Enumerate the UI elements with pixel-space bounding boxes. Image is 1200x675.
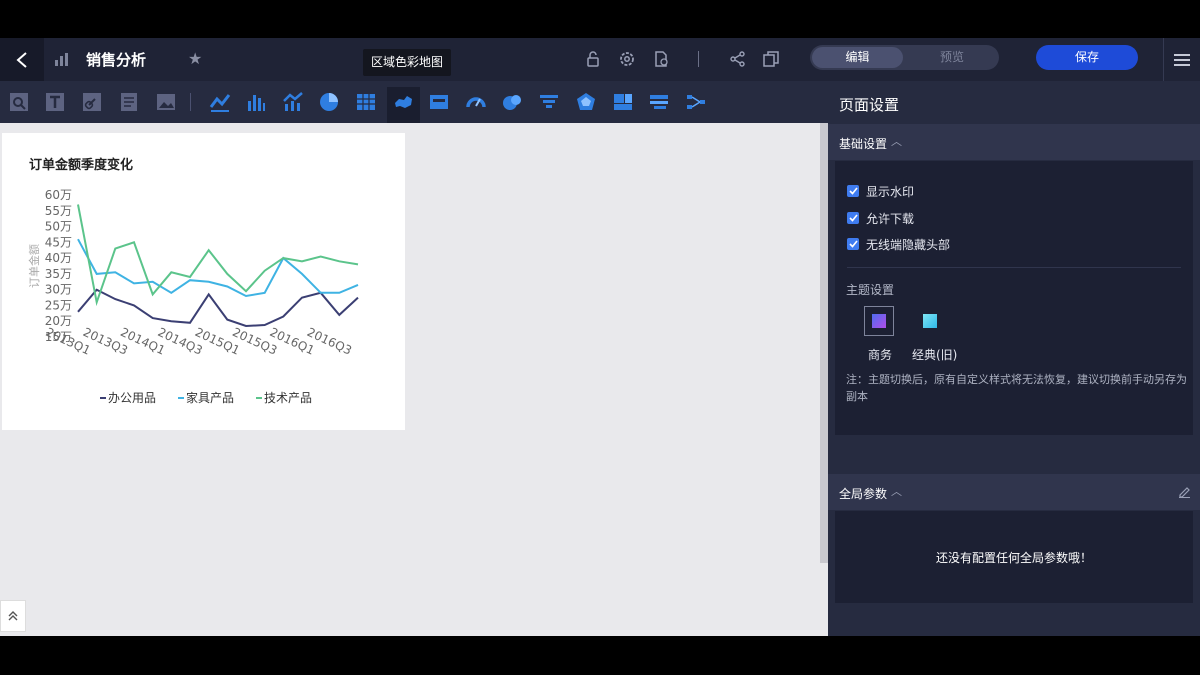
text-icon[interactable] (44, 91, 66, 113)
page-title: 销售分析 (86, 51, 147, 69)
header-divider (698, 51, 699, 67)
gear-icon[interactable] (618, 50, 636, 68)
y-axis-label: 订单金额 (27, 244, 41, 288)
double-chevron-up-icon (8, 611, 18, 621)
line-chart: 60万55万50万45万40万35万30万25万20万15万订单金额2013Q1… (27, 188, 359, 405)
toolbar-tooltip: 区域色彩地图 (363, 49, 452, 76)
chevron-left-icon (16, 51, 27, 68)
canvas-scrollbar[interactable] (820, 123, 828, 563)
save-button[interactable]: 保存 (1036, 45, 1138, 70)
star-icon[interactable]: ★ (188, 49, 202, 68)
hide-header-label: 无线端隐藏头部 (866, 237, 951, 252)
share-icon[interactable] (729, 50, 747, 68)
series-line-0 (77, 288, 359, 328)
theme-note: 注：主题切换后，原有自定义样式将无法恢复，建议切换前手动另存为副本 (846, 373, 1187, 403)
image-icon[interactable] (155, 91, 177, 113)
edit-icon[interactable] (1178, 485, 1191, 498)
hide-header-checkbox-row[interactable]: 无线端隐藏头部 (847, 236, 950, 252)
menu-button[interactable] (1163, 38, 1200, 81)
copy-icon[interactable] (762, 50, 780, 68)
legend-label-2: 技术产品 (264, 391, 312, 405)
y-tick-label: 35万 (45, 267, 72, 281)
basic-settings-body: 显示水印 允许下载 无线端隐藏头部 主题设置 商务 经典(旧) 注：主题切换后，… (835, 161, 1193, 435)
y-tick-label: 60万 (45, 188, 72, 202)
theme-business-color (872, 314, 886, 328)
back-button[interactable] (0, 38, 44, 81)
export-icon[interactable] (652, 50, 670, 68)
mode-switch: 编辑 预览 (810, 45, 999, 70)
theme-classic-swatch[interactable] (915, 306, 945, 336)
download-checkbox[interactable] (847, 212, 859, 224)
treemap-icon[interactable] (612, 91, 634, 113)
panel-title: 页面设置 (839, 96, 900, 114)
download-label: 允许下载 (866, 211, 915, 226)
section-divider (847, 267, 1181, 268)
top-header: 销售分析 ★ 编辑 预览 保存 (0, 38, 1200, 81)
watermark-checkbox[interactable] (847, 185, 859, 197)
y-tick-label: 50万 (45, 220, 72, 234)
legend-label-0: 办公用品 (108, 390, 156, 405)
lock-icon[interactable] (584, 50, 602, 68)
chart-card[interactable]: 订单金额季度变化 60万 55万 50万 45万 40万 35万 30万 25万 20万 15万订… (2, 133, 405, 430)
bar-chart-tool-icon[interactable] (245, 91, 267, 113)
component-toolbar: 区域色彩地图 (0, 49, 828, 317)
bar-chart-icon (55, 53, 68, 66)
theme-business-name: 商务 (868, 348, 893, 362)
sankey-icon[interactable] (685, 91, 707, 113)
hamburger-icon (1174, 53, 1190, 66)
basic-settings-header[interactable]: 基础设置 ︿ (828, 124, 1200, 160)
global-params-empty: 还没有配置任何全局参数哦！ (935, 551, 1092, 565)
watermark-checkbox-row[interactable]: 显示水印 (847, 183, 914, 199)
chevron-up-icon: ︿ (891, 485, 902, 498)
funnel-icon[interactable] (538, 91, 560, 113)
page-settings-panel: 页面设置 基础设置 ︿ 显示水印 允许下载 无线端隐藏头部 主题设置 商务 经典… (828, 81, 1200, 636)
preview-mode-tab[interactable]: 预览 (907, 47, 997, 68)
tab-icon[interactable] (118, 91, 140, 113)
y-tick-label: 40万 (45, 251, 72, 265)
edit-mode-tab[interactable]: 编辑 (812, 47, 903, 68)
gauge-icon[interactable] (465, 91, 487, 113)
radar-icon[interactable] (575, 91, 597, 113)
hide-header-checkbox[interactable] (847, 238, 859, 250)
legend-marker-1 (178, 397, 184, 399)
line-chart-icon[interactable] (209, 91, 231, 113)
app-window: 销售分析 ★ 编辑 预览 保存 区域色彩地图 订单金额季度变化 60万 55万 … (0, 38, 1200, 636)
chevron-up-icon: ︿ (891, 135, 902, 148)
theme-settings-label: 主题设置 (846, 283, 895, 297)
y-tick-label: 30万 (45, 283, 72, 297)
watermark-label: 显示水印 (866, 184, 915, 199)
legend-marker-2 (256, 397, 262, 399)
indicator-card-icon[interactable] (428, 91, 450, 113)
basic-settings-label: 基础设置 (839, 137, 888, 151)
legend-label-1: 家具产品 (186, 390, 234, 405)
y-tick-label: 25万 (45, 298, 72, 312)
cross-table-icon[interactable] (648, 91, 670, 113)
global-params-body: 还没有配置任何全局参数哦！ (835, 511, 1193, 603)
theme-classic-name: 经典(旧) (912, 348, 958, 362)
pie-chart-icon[interactable] (318, 91, 340, 113)
theme-classic-color (923, 314, 937, 328)
query-icon[interactable] (8, 91, 30, 113)
global-params-header[interactable]: 全局参数 ︿ (828, 474, 1200, 510)
toolbar-divider (190, 93, 191, 111)
y-tick-label: 55万 (45, 204, 72, 218)
legend-marker-0 (100, 397, 106, 399)
global-params-label: 全局参数 (839, 487, 888, 501)
download-checkbox-row[interactable]: 允许下载 (847, 210, 914, 226)
link-icon[interactable] (81, 91, 103, 113)
theme-business-swatch[interactable] (864, 306, 894, 336)
scroll-top-button[interactable] (0, 600, 26, 632)
table-icon[interactable] (355, 91, 377, 113)
map-variant-1-icon[interactable] (392, 91, 416, 113)
dashboard-canvas: 订单金额季度变化 60万 55万 50万 45万 40万 35万 30万 25万 20万 15万订… (0, 123, 828, 636)
bubble-icon[interactable] (501, 91, 523, 113)
y-tick-label: 45万 (45, 235, 72, 249)
combo-chart-icon[interactable] (282, 91, 304, 113)
